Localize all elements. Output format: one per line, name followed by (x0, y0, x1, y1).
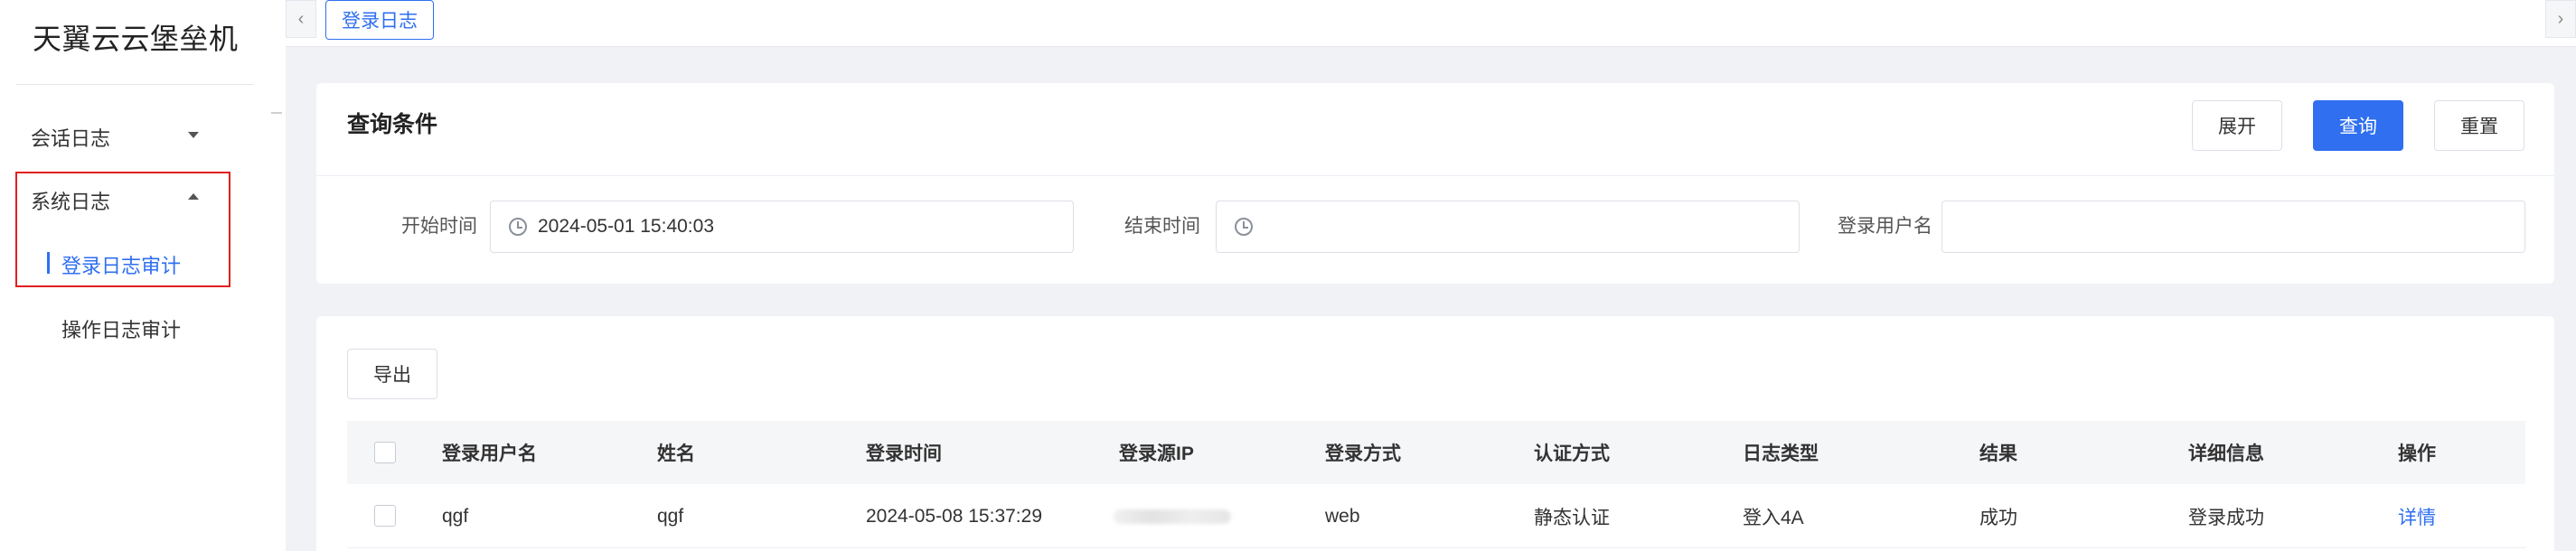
sidebar-item-login-log-audit[interactable]: 登录日志审计 (61, 250, 181, 279)
end-time-label: 结束时间 (1124, 216, 1200, 237)
cell-detail: 登录成功 (2188, 508, 2264, 528)
export-button[interactable]: 导出 (347, 349, 437, 399)
clock-icon (1235, 218, 1253, 236)
tab-login-log[interactable]: 登录日志 (325, 0, 434, 40)
search-button[interactable]: 查询 (2313, 100, 2403, 151)
start-time-field[interactable]: 2024-05-01 15:40:03 (490, 201, 1074, 253)
column-header: 登录时间 (866, 444, 942, 464)
cell-method: web (1325, 506, 1360, 527)
column-header: 认证方式 (1534, 444, 1610, 464)
sidebar-group-label: 系统日志 (31, 191, 111, 213)
chevron-right-icon[interactable]: › (2545, 0, 2576, 38)
sidebar-collapse-handle[interactable] (271, 112, 282, 114)
app-title: 天翼云云堡垒机 (33, 23, 239, 55)
end-time-field[interactable] (1216, 201, 1800, 253)
column-header: 日志类型 (1743, 444, 1819, 464)
username-field[interactable] (1941, 201, 2525, 253)
sidebar-group-session-log[interactable]: 会话日志 (31, 123, 110, 152)
username-label: 登录用户名 (1838, 216, 1932, 237)
card-divider (316, 175, 2554, 176)
cell-type: 登入4A (1743, 508, 1804, 528)
caret-up-icon (188, 193, 199, 200)
query-card: 查询条件 展开 查询 重置 开始时间 2024-05-01 15:40:03 结… (316, 83, 2554, 284)
column-header: 登录用户名 (442, 444, 537, 464)
clock-icon (509, 218, 527, 236)
expand-button[interactable]: 展开 (2192, 100, 2282, 151)
cell-ip (1114, 484, 1231, 549)
caret-down-icon (188, 132, 199, 138)
cell-auth: 静态认证 (1534, 508, 1610, 528)
start-time-value: 2024-05-01 15:40:03 (538, 216, 714, 237)
column-header: 登录方式 (1325, 444, 1401, 464)
cell-result: 成功 (1979, 508, 2017, 528)
query-title: 查询条件 (347, 112, 438, 137)
chevron-left-icon[interactable]: ‹ (286, 0, 316, 38)
select-all-checkbox[interactable] (374, 442, 396, 463)
redacted-ip (1114, 509, 1231, 524)
sidebar-group-system-log[interactable]: 系统日志 (31, 186, 110, 215)
sidebar: 天翼云云堡垒机 会话日志 系统日志 登录日志审计 操作日志审计 (0, 0, 286, 551)
cell-name: qgf (657, 506, 684, 527)
brand-divider (16, 84, 254, 85)
column-header: 登录源IP (1119, 444, 1194, 464)
start-time-label: 开始时间 (401, 216, 477, 237)
column-header: 结果 (1979, 444, 2017, 464)
column-header: 详细信息 (2188, 444, 2264, 464)
sidebar-group-label: 会话日志 (31, 127, 111, 150)
detail-link[interactable]: 详情 (2398, 484, 2436, 549)
column-header: 姓名 (657, 444, 695, 464)
row-checkbox[interactable] (374, 505, 396, 527)
row-divider (347, 547, 2525, 548)
cell-time: 2024-05-08 15:37:29 (866, 506, 1042, 527)
active-indicator (47, 252, 50, 274)
column-header: 操作 (2398, 444, 2436, 464)
sidebar-item-operation-log-audit[interactable]: 操作日志审计 (61, 314, 181, 343)
table-header: 登录用户名 姓名 登录时间 登录源IP 登录方式 认证方式 日志类型 结果 详细… (347, 421, 2525, 484)
tab-bar: ‹ 登录日志 › (286, 0, 2576, 47)
cell-username: qgf (442, 506, 469, 527)
reset-button[interactable]: 重置 (2434, 100, 2524, 151)
